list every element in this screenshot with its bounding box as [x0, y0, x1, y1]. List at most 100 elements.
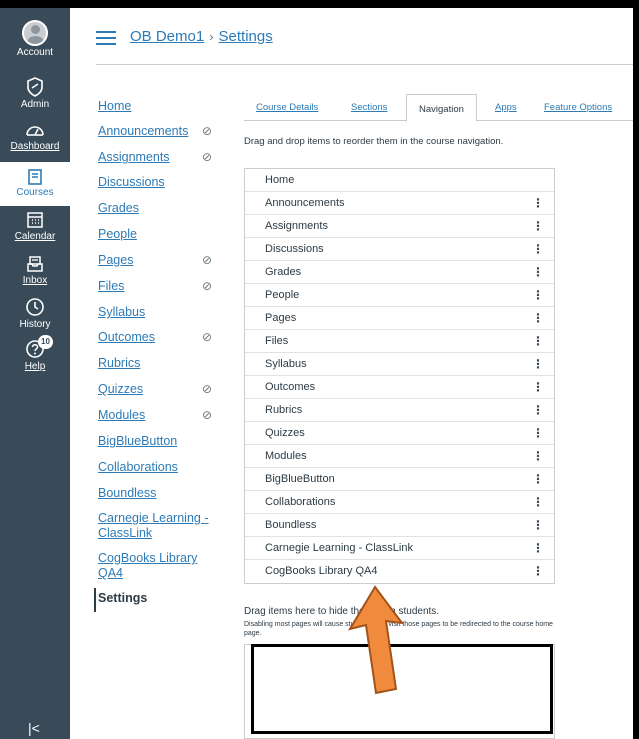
- kebab-menu-icon[interactable]: ⋮: [532, 422, 544, 445]
- hidden-eye-icon: ⊘: [202, 150, 213, 164]
- kebab-menu-icon[interactable]: ⋮: [532, 399, 544, 422]
- kebab-menu-icon[interactable]: ⋮: [532, 491, 544, 514]
- kebab-menu-icon[interactable]: ⋮: [532, 353, 544, 376]
- breadcrumb: OB Demo1 › Settings: [130, 28, 273, 45]
- nav-item-label: Files: [265, 335, 289, 347]
- breadcrumb-page-link[interactable]: Settings: [219, 28, 273, 45]
- kebab-menu-icon[interactable]: ⋮: [532, 445, 544, 468]
- nav-item-cogbooks[interactable]: CogBooks Library QA4 ⋮: [245, 560, 554, 583]
- active-indicator: [94, 588, 96, 612]
- nav-item-label: Modules: [265, 450, 307, 462]
- nav-item-outcomes[interactable]: Outcomes ⋮: [245, 376, 554, 399]
- kebab-menu-icon[interactable]: ⋮: [532, 376, 544, 399]
- course-nav-syllabus[interactable]: Syllabus: [98, 305, 145, 320]
- calendar-icon: [27, 212, 43, 228]
- course-nav-files[interactable]: Files: [98, 279, 124, 294]
- nav-item-label: CogBooks Library QA4: [265, 565, 378, 577]
- nav-item-announcements[interactable]: Announcements ⋮: [245, 192, 554, 215]
- header-divider: [96, 64, 633, 65]
- nav-item-rubrics[interactable]: Rubrics ⋮: [245, 399, 554, 422]
- nav-item-label: People: [265, 289, 300, 301]
- nav-item-label: Carnegie Learning - ClassLink: [265, 542, 413, 554]
- course-nav-quizzes[interactable]: Quizzes: [98, 382, 143, 397]
- kebab-menu-icon[interactable]: ⋮: [532, 537, 544, 560]
- nav-item-syllabus[interactable]: Syllabus ⋮: [245, 353, 554, 376]
- nav-item-quizzes[interactable]: Quizzes ⋮: [245, 422, 554, 445]
- course-nav-grades[interactable]: Grades: [98, 201, 139, 216]
- collapse-nav-icon[interactable]: |<: [28, 720, 40, 736]
- nav-item-assignments[interactable]: Assignments ⋮: [245, 215, 554, 238]
- global-nav-help[interactable]: 10 Help: [0, 335, 70, 372]
- nav-item-label: Home: [265, 174, 295, 186]
- tab-apps[interactable]: Apps: [495, 93, 517, 121]
- course-nav-carnegie-learning[interactable]: Carnegie Learning - ClassLink: [98, 511, 218, 541]
- nav-item-collaborations[interactable]: Collaborations ⋮: [245, 491, 554, 514]
- kebab-menu-icon[interactable]: ⋮: [532, 284, 544, 307]
- nav-item-discussions[interactable]: Discussions ⋮: [245, 238, 554, 261]
- course-nav-rubrics[interactable]: Rubrics: [98, 356, 140, 371]
- nav-item-label: Assignments: [265, 220, 328, 232]
- nav-item-bigbluebutton[interactable]: BigBlueButton ⋮: [245, 468, 554, 491]
- course-nav-outcomes[interactable]: Outcomes: [98, 330, 155, 345]
- global-nav-calendar[interactable]: Calendar: [0, 210, 70, 242]
- global-nav-inbox[interactable]: Inbox: [0, 254, 70, 286]
- course-nav-boundless[interactable]: Boundless: [98, 486, 156, 501]
- course-nav-cogbooks[interactable]: CogBooks Library QA4: [98, 551, 218, 581]
- breadcrumb-course-link[interactable]: OB Demo1: [130, 28, 204, 45]
- tab-sections[interactable]: Sections: [351, 93, 387, 121]
- hamburger-menu-icon[interactable]: [96, 31, 116, 45]
- hidden-eye-icon: ⊘: [202, 279, 213, 293]
- nav-item-pages[interactable]: Pages ⋮: [245, 307, 554, 330]
- nav-item-home[interactable]: Home: [245, 169, 554, 192]
- nav-item-label: Collaborations: [265, 496, 336, 508]
- tab-course-details[interactable]: Course Details: [256, 93, 318, 121]
- course-nav-people[interactable]: People: [98, 227, 137, 242]
- course-nav-home[interactable]: Home: [98, 99, 131, 114]
- course-nav-modules[interactable]: Modules: [98, 408, 145, 423]
- nav-item-carnegie-learning[interactable]: Carnegie Learning - ClassLink ⋮: [245, 537, 554, 560]
- tab-navigation[interactable]: Navigation: [406, 94, 477, 122]
- kebab-menu-icon[interactable]: ⋮: [532, 261, 544, 284]
- clock-icon: [26, 298, 44, 316]
- orange-arrow-annotation: [347, 585, 405, 695]
- global-nav-help-label: Help: [24, 361, 46, 372]
- kebab-menu-icon[interactable]: ⋮: [532, 238, 544, 261]
- course-nav-collaborations[interactable]: Collaborations: [98, 460, 178, 475]
- course-nav-assignments[interactable]: Assignments: [98, 150, 170, 165]
- global-nav-courses-label: Courses: [16, 187, 54, 198]
- nav-item-label: Pages: [265, 312, 297, 324]
- kebab-menu-icon[interactable]: ⋮: [532, 514, 544, 537]
- kebab-menu-icon[interactable]: ⋮: [532, 330, 544, 353]
- kebab-menu-icon[interactable]: ⋮: [532, 215, 544, 238]
- course-nav-settings[interactable]: Settings: [98, 591, 147, 606]
- global-nav-courses[interactable]: Courses: [0, 162, 70, 206]
- nav-item-label: Rubrics: [265, 404, 303, 416]
- kebab-menu-icon[interactable]: ⋮: [532, 192, 544, 215]
- help-badge: 10: [38, 335, 53, 349]
- hidden-eye-icon: ⊘: [202, 330, 213, 344]
- nav-item-grades[interactable]: Grades ⋮: [245, 261, 554, 284]
- nav-item-modules[interactable]: Modules ⋮: [245, 445, 554, 468]
- global-nav-admin[interactable]: Admin: [0, 76, 70, 110]
- nav-item-label: Grades: [265, 266, 302, 278]
- nav-item-files[interactable]: Files ⋮: [245, 330, 554, 353]
- global-nav-account[interactable]: Account: [0, 20, 70, 58]
- kebab-menu-icon[interactable]: ⋮: [532, 307, 544, 330]
- course-nav-announcements[interactable]: Announcements: [98, 124, 188, 139]
- global-nav-dashboard[interactable]: Dashboard: [0, 120, 70, 152]
- course-nav-bigbluebutton[interactable]: BigBlueButton: [98, 434, 177, 449]
- global-nav-history[interactable]: History: [0, 296, 70, 330]
- nav-item-boundless[interactable]: Boundless ⋮: [245, 514, 554, 537]
- course-nav-discussions[interactable]: Discussions: [98, 175, 165, 190]
- course-nav-pages[interactable]: Pages: [98, 253, 133, 268]
- kebab-menu-icon[interactable]: ⋮: [532, 468, 544, 491]
- tab-feature-options[interactable]: Feature Options: [544, 93, 612, 121]
- avatar: [22, 20, 48, 46]
- global-nav-history-label: History: [19, 319, 51, 330]
- nav-item-people[interactable]: People ⋮: [245, 284, 554, 307]
- enabled-nav-list: Home Announcements ⋮ Assignments ⋮ Discuss…: [244, 168, 555, 584]
- nav-item-label: Announcements: [265, 197, 345, 209]
- shield-icon: [27, 77, 43, 97]
- hidden-eye-icon: ⊘: [202, 382, 213, 396]
- kebab-menu-icon[interactable]: ⋮: [532, 560, 544, 583]
